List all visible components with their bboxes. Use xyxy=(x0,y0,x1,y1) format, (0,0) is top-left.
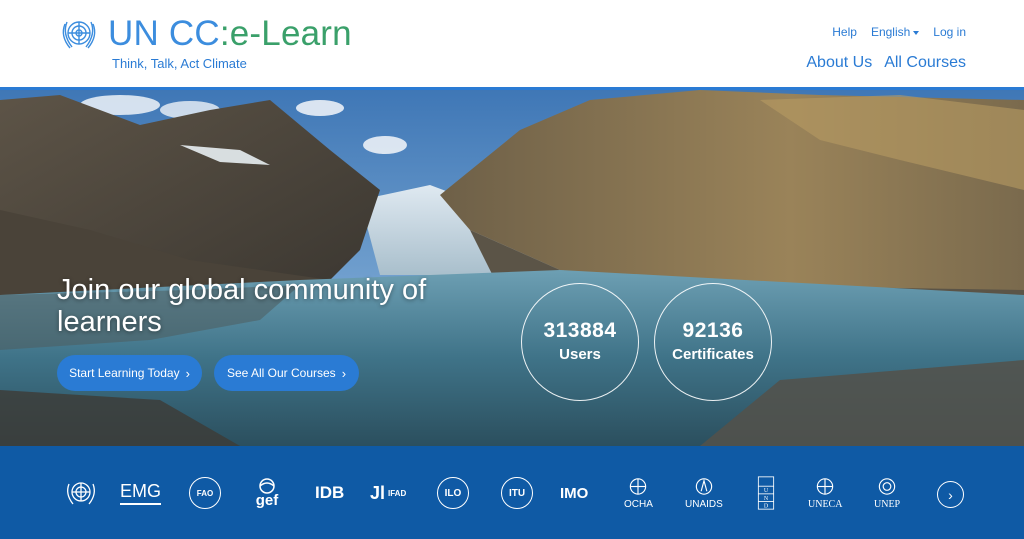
partners-carousel: EMG FAO gef IDB Jl IFAD ILO ITU IMO OCHA … xyxy=(0,446,1024,539)
login-link[interactable]: Log in xyxy=(933,25,966,39)
brand-tagline: Think, Talk, Act Climate xyxy=(112,56,247,71)
partner-gef[interactable]: gef xyxy=(252,476,282,510)
svg-text:U: U xyxy=(764,488,769,494)
partner-emg[interactable]: EMG xyxy=(120,476,162,510)
partner-fao[interactable]: FAO xyxy=(189,476,221,510)
carousel-next-icon[interactable]: › xyxy=(937,481,964,508)
unep-logo-icon xyxy=(878,478,896,495)
top-links: Help English Log in xyxy=(832,25,966,39)
site-header: UN CC:e-Learn Think, Talk, Act Climate H… xyxy=(0,0,1024,90)
unep-logo-text: UNEP xyxy=(874,499,901,510)
hero-banner: Join our global community of learners St… xyxy=(0,90,1024,446)
idb-logo-icon: IDB xyxy=(315,483,345,502)
users-stat: 313884 Users xyxy=(521,283,639,401)
fao-logo-text: FAO xyxy=(196,488,214,498)
nav-about-us[interactable]: About Us xyxy=(806,54,872,72)
gef-logo-text: gef xyxy=(255,492,279,509)
itu-logo-text: ITU xyxy=(508,487,526,499)
ilo-logo-icon: ILO xyxy=(437,477,469,509)
help-link[interactable]: Help xyxy=(832,25,857,39)
partner-unaids[interactable]: UNAIDS xyxy=(685,476,723,510)
partner-uneca[interactable]: UNECA xyxy=(808,476,842,510)
partner-ifad[interactable]: Jl IFAD xyxy=(370,476,406,510)
undp-logo-icon: UND xyxy=(757,476,775,510)
uneca-logo-icon xyxy=(817,478,834,495)
glacier-landscape-image xyxy=(0,90,1024,446)
fao-logo-icon: FAO xyxy=(189,477,221,509)
start-learning-label: Start Learning Today xyxy=(69,366,180,380)
unaids-logo-icon xyxy=(695,478,713,495)
itu-logo-icon: ITU xyxy=(501,477,533,509)
users-label: Users xyxy=(559,346,601,363)
ocha-logo-icon xyxy=(630,478,647,495)
certificates-count: 92136 xyxy=(682,319,744,342)
partner-ocha[interactable]: OCHA xyxy=(624,476,653,510)
start-learning-button[interactable]: Start Learning Today › xyxy=(57,355,202,391)
site-logo[interactable]: UN CC:e-Learn Think, Talk, Act Climate xyxy=(56,14,352,71)
certificates-stat: 92136 Certificates xyxy=(654,283,772,401)
partner-undp[interactable]: UND xyxy=(756,476,776,510)
imo-logo-icon: IMO xyxy=(560,484,589,502)
see-all-courses-label: See All Our Courses xyxy=(226,366,336,380)
language-dropdown[interactable]: English xyxy=(870,25,920,39)
svg-text:N: N xyxy=(764,496,769,502)
nav-all-courses[interactable]: All Courses xyxy=(884,54,966,72)
chevron-right-icon: › xyxy=(341,365,347,381)
emg-logo-icon: EMG xyxy=(120,481,162,505)
caret-down-icon xyxy=(913,30,920,35)
ilo-logo-text: ILO xyxy=(444,487,462,499)
see-all-courses-button[interactable]: See All Our Courses › xyxy=(214,355,359,391)
un-emblem-icon xyxy=(62,21,96,49)
brand-name-separator: : xyxy=(219,14,230,53)
brand-name-part2: e-Learn xyxy=(229,14,352,53)
un-emblem-icon xyxy=(67,482,95,505)
partner-unep[interactable]: UNEP xyxy=(874,476,900,510)
hero-title: Join our global community of learners xyxy=(57,274,427,338)
uneca-logo-text: UNECA xyxy=(808,499,843,510)
svg-text:D: D xyxy=(764,503,769,509)
ocha-logo-text: OCHA xyxy=(624,499,653,510)
users-count: 313884 xyxy=(543,319,617,342)
partner-un[interactable] xyxy=(63,476,99,510)
partner-ilo[interactable]: ILO xyxy=(437,476,469,510)
partner-imo[interactable]: IMO xyxy=(560,476,588,510)
unaids-logo-text: UNAIDS xyxy=(685,499,723,510)
ifad-logo-icon: Jl IFAD xyxy=(370,482,407,503)
ifad-logo-text: IFAD xyxy=(388,488,407,498)
partner-idb[interactable]: IDB xyxy=(315,476,344,510)
brand-block: UN CC:e-Learn Think, Talk, Act Climate xyxy=(108,14,352,71)
certificates-label: Certificates xyxy=(672,346,754,363)
partner-itu[interactable]: ITU xyxy=(501,476,533,510)
brand-name: UN CC:e-Learn xyxy=(108,14,352,54)
language-label: English xyxy=(870,25,911,39)
chevron-right-icon: › xyxy=(185,365,190,381)
main-nav: About Us All Courses xyxy=(806,54,966,72)
brand-name-part1: UN CC xyxy=(108,14,220,53)
